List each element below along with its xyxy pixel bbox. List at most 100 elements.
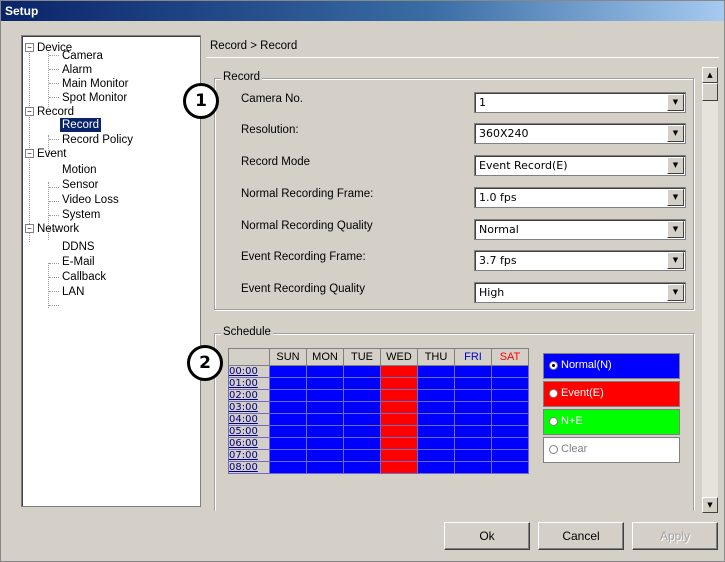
schedule-cell[interactable] (306, 449, 344, 462)
schedule-cell[interactable] (491, 365, 529, 378)
tree-item-main-monitor[interactable]: Main Monitor (62, 77, 128, 91)
schedule-cell[interactable] (343, 389, 381, 402)
tree-item-system[interactable]: System (62, 208, 100, 222)
schedule-cell[interactable] (380, 425, 418, 438)
tree-item-record-policy[interactable]: Record Policy (62, 133, 133, 147)
dropdown-arrow-icon[interactable]: ▼ (667, 189, 684, 206)
schedule-cell[interactable] (306, 437, 344, 450)
schedule-cell[interactable] (380, 401, 418, 414)
schedule-cell[interactable] (306, 365, 344, 378)
schedule-cell[interactable] (306, 425, 344, 438)
legend-event[interactable]: Event(E) (543, 381, 680, 407)
schedule-cell[interactable] (491, 437, 529, 450)
schedule-cell[interactable] (491, 449, 529, 462)
schedule-cell[interactable] (269, 365, 307, 378)
dropdown-arrow-icon[interactable]: ▼ (667, 221, 684, 238)
schedule-cell[interactable] (417, 461, 455, 474)
schedule-cell[interactable] (343, 377, 381, 390)
time-link[interactable]: 07:00 (228, 449, 270, 462)
schedule-cell[interactable] (269, 401, 307, 414)
cancel-button[interactable]: Cancel (538, 522, 624, 550)
tree-item-record-selected[interactable]: Record (60, 118, 102, 132)
time-link[interactable]: 05:00 (228, 425, 270, 438)
dropdown-arrow-icon[interactable]: ▼ (667, 252, 684, 269)
schedule-cell[interactable] (454, 377, 492, 390)
schedule-cell[interactable] (269, 377, 307, 390)
collapse-icon[interactable]: − (25, 149, 34, 159)
collapse-icon[interactable]: − (25, 43, 34, 53)
radio-icon[interactable] (549, 389, 558, 398)
event-quality-select[interactable]: High ▼ (474, 282, 686, 303)
legend-normal[interactable]: Normal(N) (543, 353, 680, 379)
resolution-select[interactable]: 360X240 ▼ (474, 123, 686, 144)
schedule-cell[interactable] (491, 377, 529, 390)
schedule-body[interactable]: 00:00 01:00 02:00 03:00 04:00 05:00 06:00 07:00… (228, 365, 529, 474)
normal-frame-select[interactable]: 1.0 fps ▼ (474, 187, 686, 208)
dropdown-arrow-icon[interactable]: ▼ (667, 94, 684, 111)
tree-item-email[interactable]: E-Mail (62, 255, 95, 269)
schedule-cell[interactable] (417, 389, 455, 402)
schedule-cell[interactable] (380, 377, 418, 390)
schedule-cell[interactable] (269, 437, 307, 450)
record-mode-select[interactable]: Event Record(E) ▼ (474, 155, 686, 176)
ok-button[interactable]: Ok (444, 522, 530, 550)
schedule-cell[interactable] (491, 461, 529, 474)
dropdown-arrow-icon[interactable]: ▼ (667, 157, 684, 174)
schedule-cell[interactable] (454, 365, 492, 378)
tree-node-network[interactable]: − Network (25, 222, 79, 236)
settings-tree[interactable]: − Device Camera Alarm Main Monitor Spot M… (21, 35, 201, 507)
schedule-cell[interactable] (380, 461, 418, 474)
schedule-cell[interactable] (269, 461, 307, 474)
schedule-cell[interactable] (306, 413, 344, 426)
schedule-cell[interactable] (269, 413, 307, 426)
dropdown-arrow-icon[interactable]: ▼ (667, 284, 684, 301)
tree-node-event[interactable]: − Event (25, 147, 66, 161)
dropdown-arrow-icon[interactable]: ▼ (667, 125, 684, 142)
day-header[interactable]: THU (417, 348, 455, 366)
schedule-cell[interactable] (454, 389, 492, 402)
schedule-cell[interactable] (306, 401, 344, 414)
camera-no-select[interactable]: 1 ▼ (474, 92, 686, 113)
radio-icon[interactable] (549, 361, 558, 370)
tree-item-alarm[interactable]: Alarm (62, 63, 92, 77)
schedule-cell[interactable] (269, 425, 307, 438)
collapse-icon[interactable]: − (25, 107, 34, 117)
tree-item-video-loss[interactable]: Video Loss (62, 193, 119, 207)
schedule-cell[interactable] (343, 401, 381, 414)
schedule-cell[interactable] (454, 461, 492, 474)
legend-clear[interactable]: Clear (543, 437, 680, 463)
time-link[interactable]: 02:00 (228, 389, 270, 402)
event-frame-select[interactable]: 3.7 fps ▼ (474, 250, 686, 271)
scroll-up-arrow-icon[interactable]: ▲ (702, 67, 718, 83)
radio-icon[interactable] (549, 445, 558, 454)
legend-n-plus-e[interactable]: N+E (543, 409, 680, 435)
vertical-scrollbar[interactable]: ▲ ▼ (702, 67, 718, 513)
apply-button[interactable]: Apply (632, 522, 718, 550)
schedule-cell[interactable] (417, 413, 455, 426)
schedule-cell[interactable] (417, 437, 455, 450)
schedule-cell[interactable] (454, 425, 492, 438)
tree-item-sensor[interactable]: Sensor (62, 178, 98, 192)
schedule-cell[interactable] (380, 413, 418, 426)
scroll-thumb[interactable] (702, 83, 718, 101)
schedule-cell[interactable] (269, 389, 307, 402)
schedule-cell[interactable] (306, 377, 344, 390)
schedule-cell[interactable] (343, 365, 381, 378)
schedule-cell[interactable] (454, 437, 492, 450)
schedule-cell[interactable] (380, 389, 418, 402)
time-link[interactable]: 08:00 (228, 461, 270, 474)
schedule-cell[interactable] (417, 401, 455, 414)
scroll-down-arrow-icon[interactable]: ▼ (702, 497, 718, 513)
schedule-cell[interactable] (343, 425, 381, 438)
schedule-grid[interactable]: SUN MON TUE WED THU FRI SAT 00:00 01:00 02… (228, 348, 529, 474)
schedule-cell[interactable] (343, 413, 381, 426)
schedule-cell[interactable] (417, 425, 455, 438)
tree-item-lan[interactable]: LAN (62, 285, 84, 299)
schedule-cell[interactable] (380, 449, 418, 462)
day-header[interactable]: TUE (343, 348, 381, 366)
schedule-cell[interactable] (343, 437, 381, 450)
schedule-cell[interactable] (343, 461, 381, 474)
tree-item-camera[interactable]: Camera (62, 49, 103, 63)
collapse-icon[interactable]: − (25, 224, 34, 234)
schedule-cell[interactable] (454, 449, 492, 462)
